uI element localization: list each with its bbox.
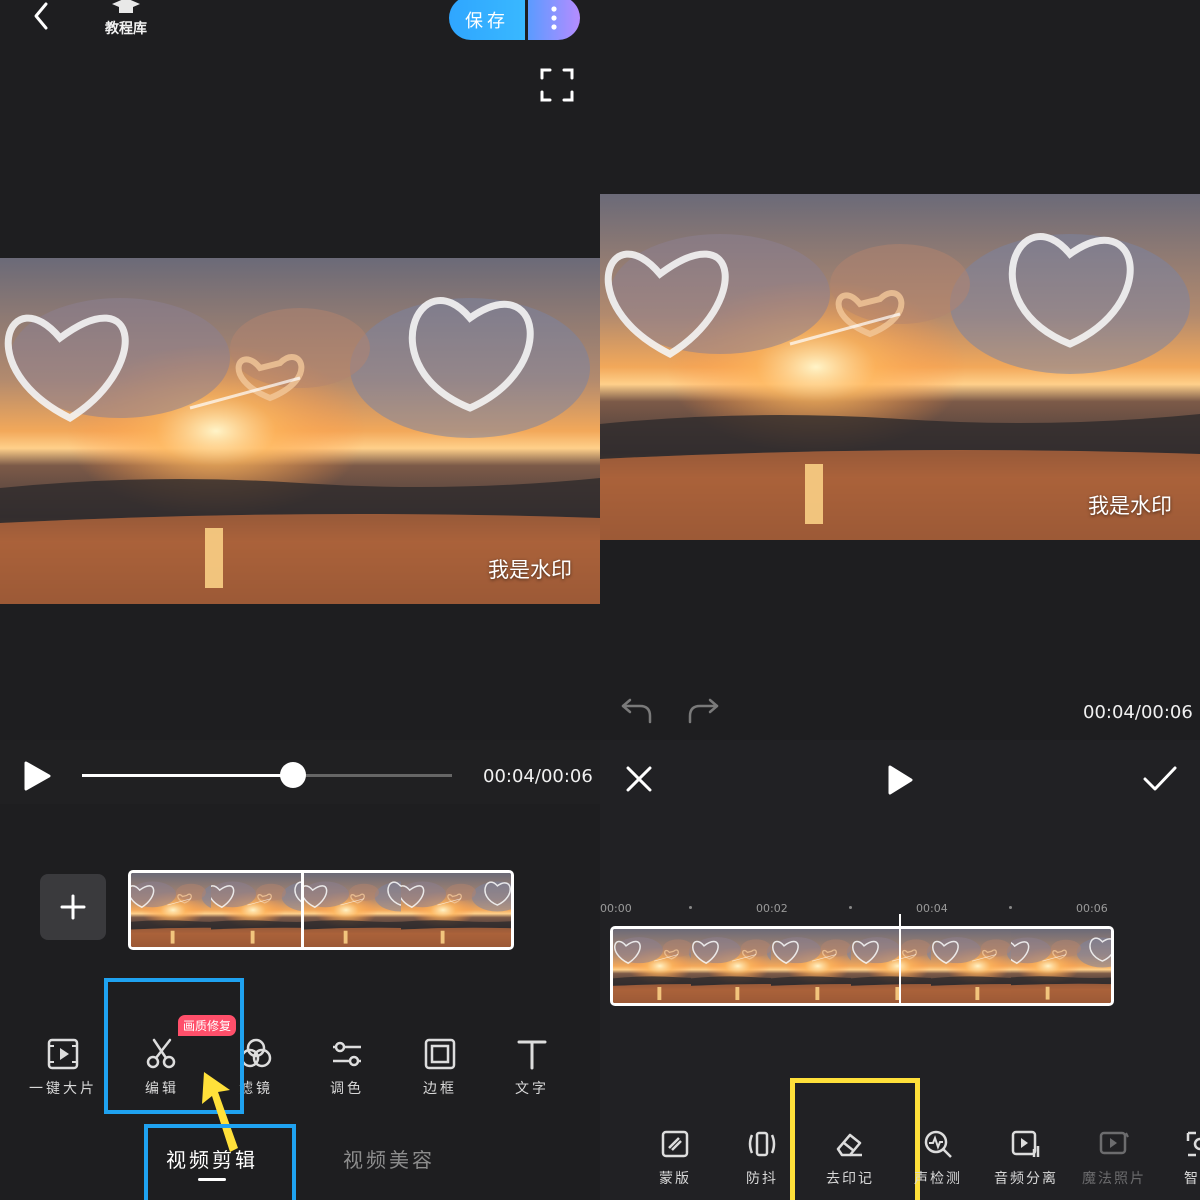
ruler-label: 00:02 [756,902,788,915]
tool-label: 边框 [423,1081,457,1097]
magic-photo-icon [1099,1131,1129,1155]
plus-icon [60,894,86,920]
close-icon [626,766,652,792]
ruler-dot [849,906,852,909]
right-screen: 我是水印 00:04/00:06 00:00 00:02 00:04 00:06 [600,0,1200,1200]
video-preview[interactable]: 我是水印 [0,258,600,604]
playback-time: 00:04/00:06 [1083,702,1193,723]
tab-video-edit[interactable]: 视频剪辑 [166,1144,258,1173]
confirm-button[interactable] [1142,764,1178,798]
ruler-dot [1009,906,1012,909]
tool-smart[interactable]: 智能 [1160,1124,1200,1188]
graduation-cap-icon [112,0,140,13]
filter-circles-icon [240,1038,272,1068]
tool-label: 魔法照片 [1082,1171,1146,1187]
add-clip-button[interactable] [40,874,106,940]
frame-icon [424,1038,456,1070]
watermark-text: 我是水印 [488,558,572,582]
playback-time: 00:04/00:06 [483,766,593,787]
save-button[interactable]: 保存 [449,0,525,40]
watermark-text: 我是水印 [1088,494,1172,518]
video-frame-image [600,194,1200,540]
audio-detect-icon [924,1130,952,1158]
tool-border[interactable]: 边框 [400,1034,480,1098]
tool-label: 蒙版 [659,1171,691,1187]
ruler-label: 00:04 [916,902,948,915]
audio-separate-icon [1011,1130,1040,1157]
play-icon [888,765,913,795]
undo-button[interactable] [620,694,654,724]
tutorial-library-label: 教程库 [105,21,147,37]
close-button[interactable] [624,764,654,798]
clip-frame [1011,929,1114,1003]
check-icon [1143,766,1177,791]
tool-audio-separate[interactable]: 音频分离 [986,1124,1066,1188]
ruler-label: 00:06 [1076,902,1108,915]
play-icon [24,761,51,791]
ruler-label: 00:00 [600,902,632,915]
progress-knob[interactable] [279,762,306,788]
sliders-icon [333,1041,361,1067]
redo-icon [688,698,719,724]
text-icon [517,1040,547,1070]
tool-mask[interactable]: 蒙版 [635,1124,715,1188]
mask-icon [661,1130,689,1158]
playhead[interactable] [899,914,901,1004]
tool-text[interactable]: 文字 [492,1034,572,1098]
tool-audio-detect[interactable]: 声检测 [898,1124,978,1188]
tool-label: 音频分离 [994,1171,1058,1187]
stabilize-icon [748,1131,776,1157]
video-frame-image [0,258,600,604]
progress-slider[interactable] [82,762,452,788]
tool-label: 声检测 [914,1171,962,1187]
video-preview[interactable]: 我是水印 [600,194,1200,540]
ruler-dot [689,906,692,909]
progress-fill [82,774,293,777]
more-vertical-icon [551,6,557,30]
tool-color-adjust[interactable]: 调色 [307,1034,387,1098]
left-screen: 教程库 保存 我是水印 00:04/00:06 一键大片 编辑 画质修复 滤镜 … [0,0,600,1200]
tool-magic-photo[interactable]: 魔法照片 [1074,1124,1154,1188]
active-tab-indicator [198,1178,226,1181]
smart-icon [1186,1131,1200,1157]
tool-label: 调色 [330,1081,364,1097]
tab-video-beauty[interactable]: 视频美容 [343,1144,435,1173]
redo-button[interactable] [686,694,720,724]
tool-label: 智能 [1184,1171,1200,1187]
clip-thumbnail-strip[interactable] [610,926,1114,1006]
tool-label: 文字 [515,1081,549,1097]
chevron-left-icon [34,2,48,30]
tool-one-click-blockbuster[interactable]: 一键大片 [23,1034,103,1098]
play-button[interactable] [886,764,914,800]
back-button[interactable] [24,0,60,36]
tutorial-library-button[interactable]: 教程库 [96,0,156,40]
play-button[interactable] [22,760,52,796]
fullscreen-icon [540,68,574,102]
clip-frame [401,873,514,947]
fullscreen-button[interactable] [540,68,574,102]
clip-thumbnail-strip[interactable] [128,870,514,950]
tool-label: 一键大片 [29,1081,97,1097]
more-options-button[interactable] [528,0,580,40]
undo-icon [621,698,652,724]
film-icon [47,1038,79,1070]
